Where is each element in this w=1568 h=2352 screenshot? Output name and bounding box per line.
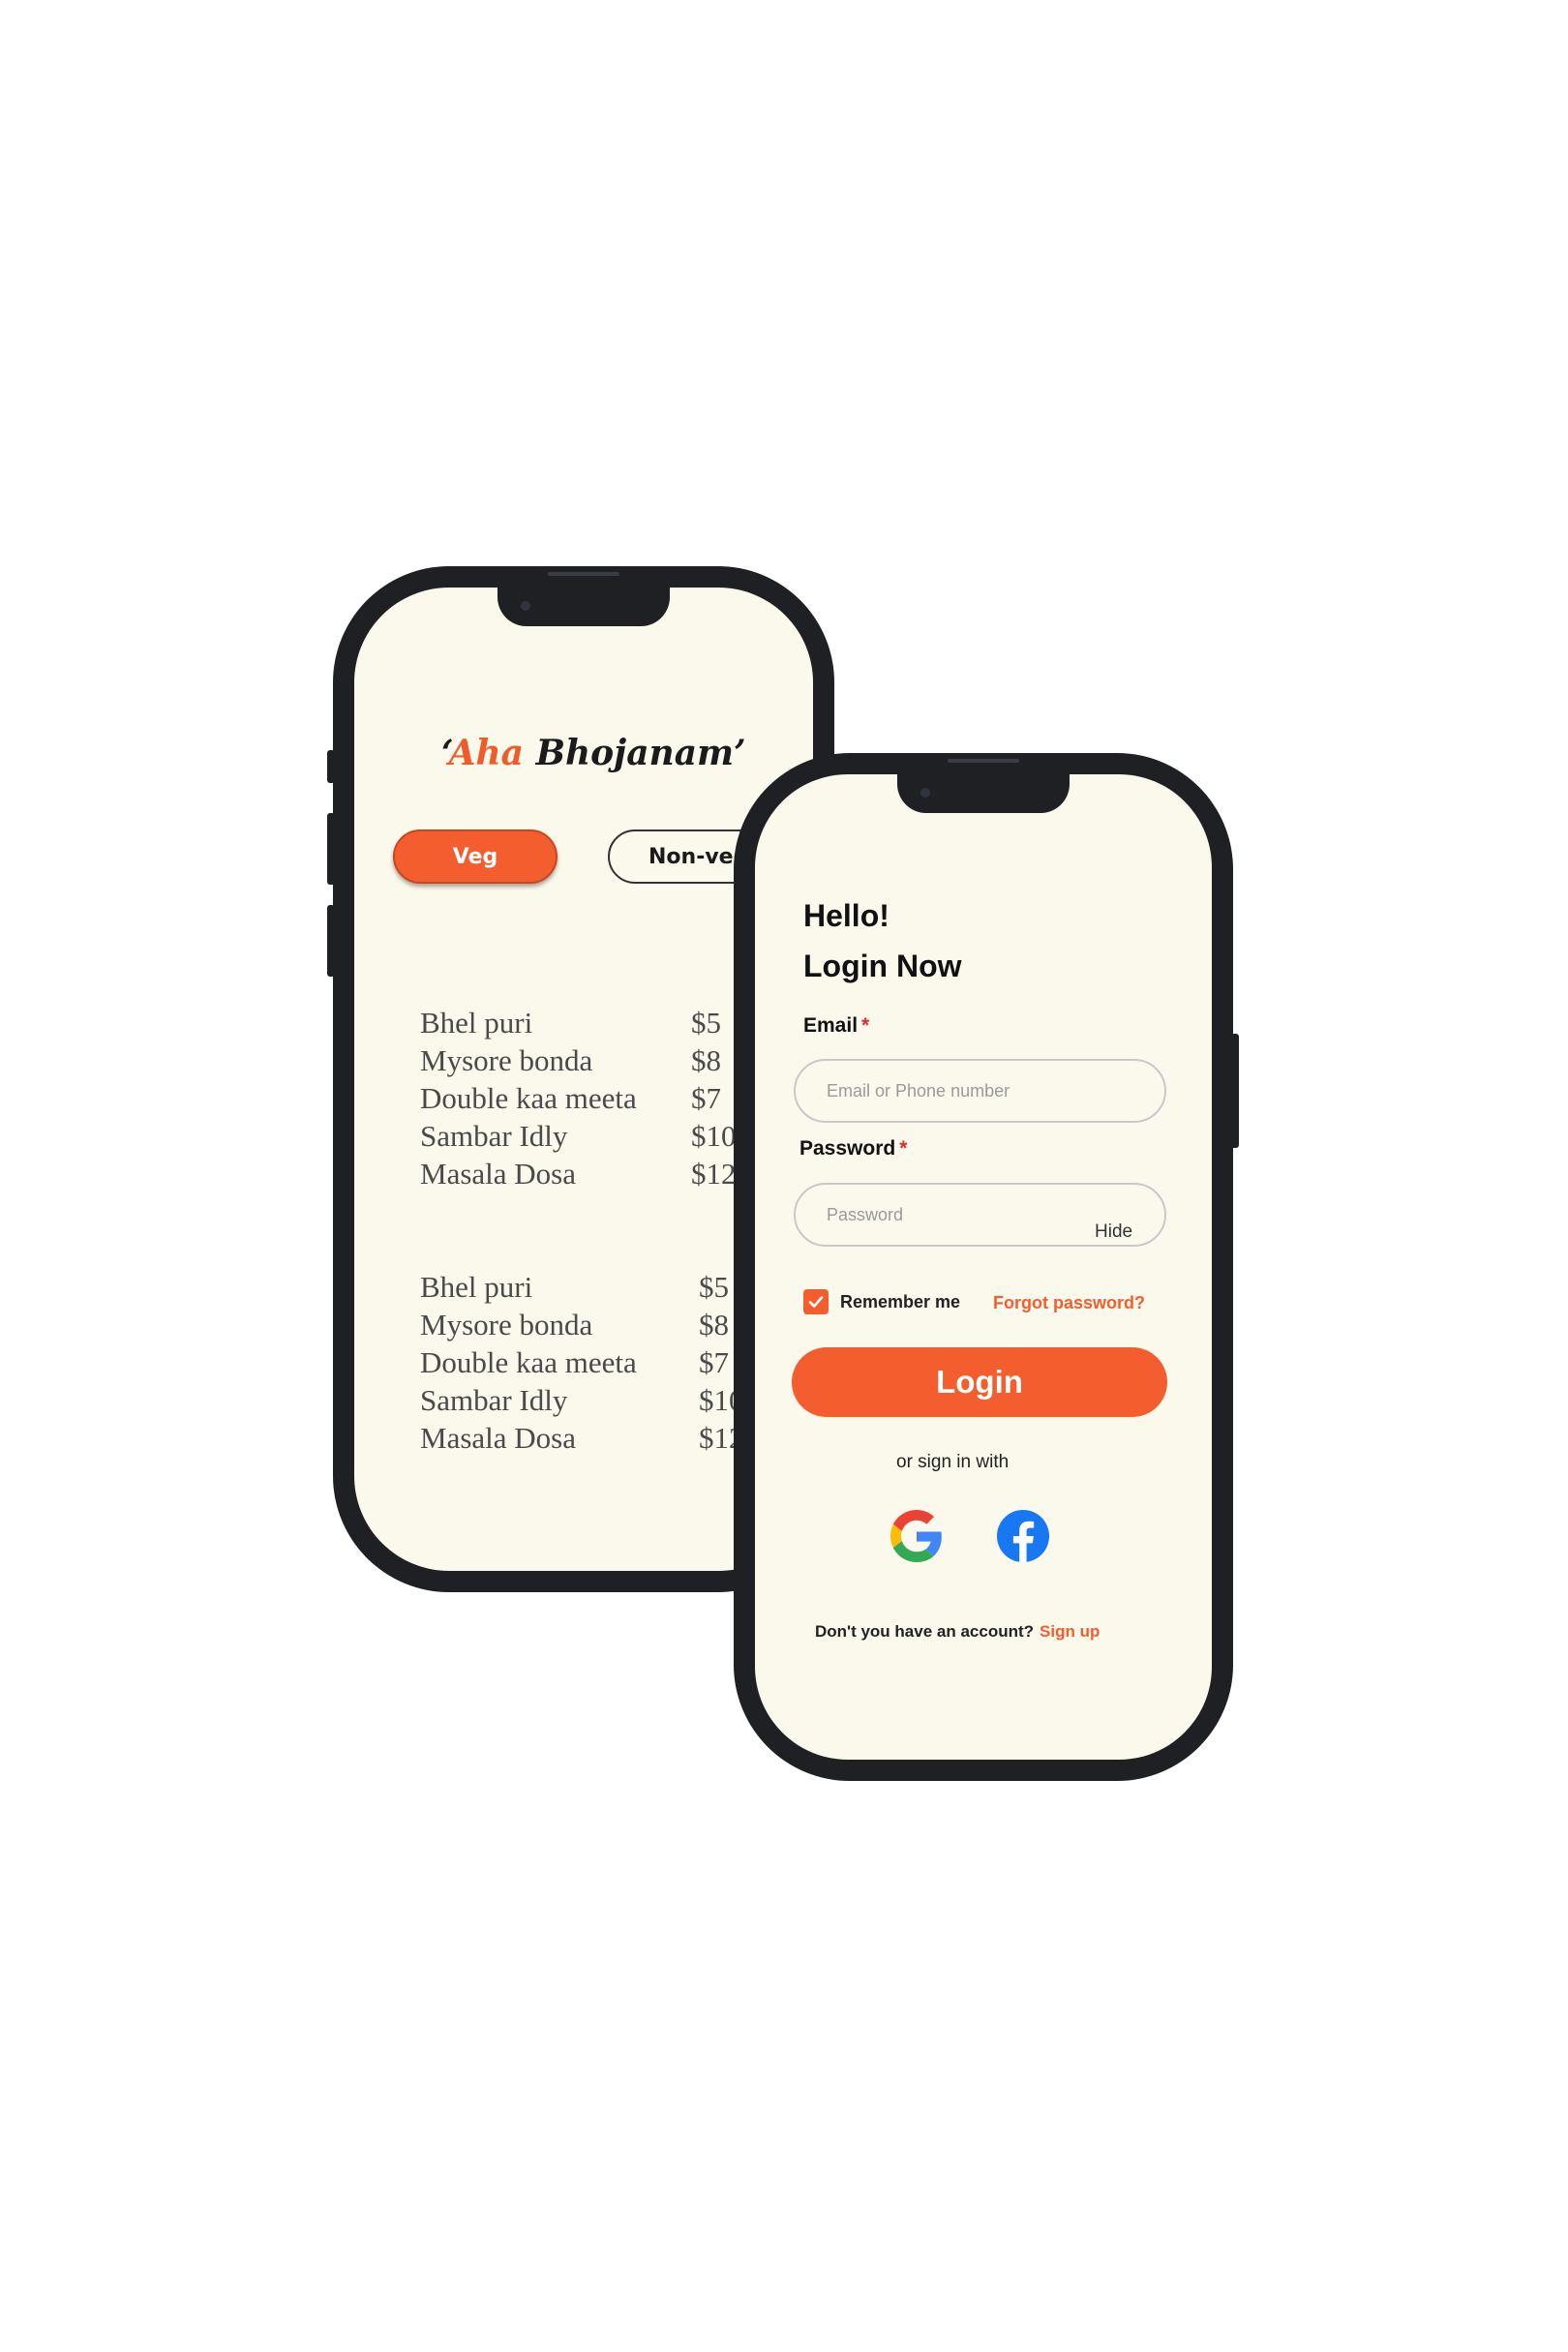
menu-item[interactable]: Sambar Idly bbox=[420, 1117, 637, 1155]
remember-me-label: Remember me bbox=[840, 1291, 961, 1312]
check-icon bbox=[808, 1296, 824, 1308]
camera-icon bbox=[521, 601, 530, 611]
mute-switch bbox=[327, 750, 335, 783]
greeting: Hello! bbox=[803, 898, 890, 933]
menu-price: $10 bbox=[691, 1119, 737, 1153]
login-screen: Hello! Login Now Email* Password* Hide R… bbox=[755, 774, 1212, 1760]
menu-price: $5 bbox=[691, 1006, 721, 1040]
required-mark: * bbox=[899, 1137, 908, 1160]
menu-item[interactable]: Mysore bonda bbox=[420, 1041, 637, 1079]
no-account-text: Don't you have an account? bbox=[815, 1622, 1035, 1641]
forgot-password-link[interactable]: Forgot password? bbox=[993, 1293, 1145, 1313]
brand-accent: Aha bbox=[448, 733, 525, 773]
brand-quote: ‘ bbox=[441, 733, 449, 773]
menu-item[interactable]: Sambar Idly bbox=[420, 1381, 637, 1419]
speaker bbox=[548, 572, 619, 576]
brand-rest: Bhojanam’ bbox=[535, 733, 746, 773]
menu-section-2: Bhel puri Mysore bonda Double kaa meeta … bbox=[420, 1268, 637, 1457]
signup-row: Don't you have an account? Sign up bbox=[815, 1622, 1100, 1642]
menu-price: $8 bbox=[691, 1043, 721, 1077]
volume-up-button bbox=[327, 813, 335, 885]
email-label-text: Email bbox=[803, 1014, 859, 1037]
email-label: Email * bbox=[803, 1014, 869, 1038]
notch bbox=[498, 588, 670, 626]
brand-title: ‘Aha Bhojanam’ bbox=[441, 733, 746, 773]
google-icon[interactable] bbox=[890, 1510, 943, 1562]
password-label: Password * bbox=[799, 1137, 907, 1161]
login-button[interactable]: Login bbox=[792, 1347, 1167, 1417]
login-phone-frame: Hello! Login Now Email* Password* Hide R… bbox=[734, 753, 1239, 1781]
menu-price: $7 bbox=[691, 1081, 721, 1115]
price-section-1: $5 $8 $7 $10 $12 bbox=[691, 1004, 737, 1192]
menu-price: $12 bbox=[691, 1157, 737, 1191]
volume-down-button bbox=[327, 905, 335, 977]
menu-item[interactable]: Mysore bonda bbox=[420, 1306, 637, 1343]
required-mark: * bbox=[861, 1014, 870, 1037]
menu-item[interactable]: Masala Dosa bbox=[420, 1419, 637, 1457]
menu-item[interactable]: Bhel puri bbox=[420, 1268, 637, 1306]
remember-me-checkbox[interactable] bbox=[803, 1289, 829, 1314]
hide-password-toggle[interactable]: Hide bbox=[1095, 1221, 1132, 1243]
tab-veg[interactable]: Veg bbox=[393, 829, 558, 884]
sign-up-link[interactable]: Sign up bbox=[1040, 1622, 1100, 1641]
menu-item[interactable]: Double kaa meeta bbox=[420, 1079, 637, 1117]
menu-item[interactable]: Masala Dosa bbox=[420, 1155, 637, 1192]
email-field[interactable] bbox=[794, 1059, 1166, 1123]
page-title: Login Now bbox=[803, 949, 962, 983]
login-heading: Hello! Login Now bbox=[803, 890, 962, 991]
camera-icon bbox=[920, 788, 930, 798]
menu-item[interactable]: Double kaa meeta bbox=[420, 1343, 637, 1381]
remember-me-row[interactable]: Remember me bbox=[803, 1289, 960, 1314]
power-button bbox=[1231, 1034, 1239, 1148]
menu-section-1: Bhel puri Mysore bonda Double kaa meeta … bbox=[420, 1004, 637, 1192]
speaker bbox=[948, 759, 1019, 763]
facebook-icon[interactable] bbox=[997, 1510, 1049, 1562]
menu-item[interactable]: Bhel puri bbox=[420, 1004, 637, 1041]
password-label-text: Password bbox=[799, 1137, 896, 1160]
or-sign-in-with-label: or sign in with bbox=[896, 1452, 1010, 1472]
notch bbox=[897, 774, 1070, 813]
